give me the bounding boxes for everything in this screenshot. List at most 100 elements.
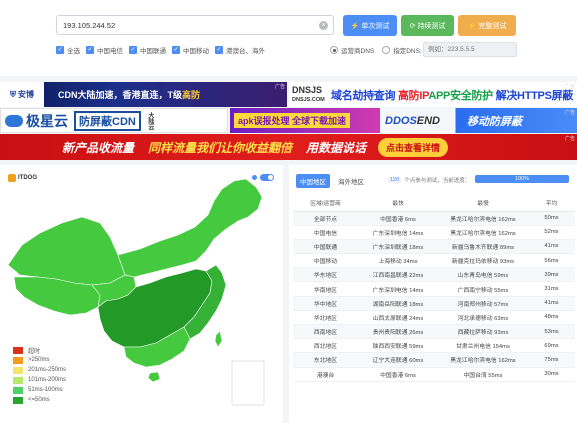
map-legend: 超时 >250ms 201ms-250ms 101ms-200ms 51ms-1… <box>13 345 66 405</box>
custom-dns-input[interactable] <box>423 42 517 57</box>
checkbox-checked-icon[interactable]: ✓ <box>215 46 223 54</box>
search-box[interactable]: × <box>56 15 334 35</box>
progress-bar: 100% <box>475 175 569 183</box>
complete-test-label: 完整测试 <box>478 22 507 30</box>
column-header: 最慢 <box>438 195 528 212</box>
ad-jixing[interactable]: 极星云 防屏蔽CDN 大陆云 <box>0 108 228 133</box>
slowest-cell: 西藏拉萨移动 93ms <box>438 324 528 340</box>
refresh-icon: ⟳ <box>409 22 416 30</box>
ad-tag: 广告 <box>564 110 575 116</box>
progress-label: 个点参与测试，当前进度： <box>404 178 471 184</box>
ad-ddos[interactable]: DDOSEND 移动防屏蔽 广告 <box>381 108 577 133</box>
region-cell: 全部节点 <box>293 211 358 226</box>
map-region-taiwan[interactable] <box>214 330 223 348</box>
ad-dnsjs[interactable]: DNSJS DNSJS.COM 域名劫持查询 高防IPAPP安全防护 解决HTTP… <box>289 82 577 107</box>
table-row[interactable]: 华东地区 江西南昌联通 22ms 山东青岛电信 59ms 39ms <box>293 267 575 283</box>
table-row[interactable]: 华南地区 广东深圳电信 14ms 广西南宁移动 55ms 31ms <box>293 281 575 297</box>
ad-text-highlight: 高防 <box>182 90 201 100</box>
ad-traffic[interactable]: 新产品收流量 同样流量我们让你收益翻倍 用数据说话 点击查看详情 广告 <box>0 134 577 160</box>
table-header-row: 区域/运营商 最快 最慢 平均 <box>293 195 575 212</box>
results-panel: 中国地区 海外地区 120 个点参与测试，当前进度： 100% 区域/运营商 最… <box>289 165 577 423</box>
slowest-cell: 新疆乌鲁木齐联通 89ms <box>438 239 528 255</box>
table-row[interactable]: 全部节点 中国香港 6ms 黑龙江哈尔滨电信 162ms 50ms <box>293 211 575 226</box>
dot-icon <box>252 175 257 180</box>
table-row[interactable]: 中国移动 上海移动 34ms 新疆克拉玛依移动 93ms 56ms <box>293 253 575 269</box>
ad-text-1: 新产品收流量 <box>62 140 135 155</box>
fastest-cell: 广东深圳电信 14ms <box>358 281 438 297</box>
region-cell: 中国电信 <box>293 225 358 240</box>
fastest-cell: 山西太原联通 24ms <box>358 310 438 326</box>
legend-swatch <box>13 366 23 374</box>
filter-telecom[interactable]: ✓ 中国电信 <box>86 45 123 55</box>
ad-cta-button[interactable]: 点击查看详情 <box>378 137 449 157</box>
filter-mobile[interactable]: ✓ 中国移动 <box>172 45 209 55</box>
table-row[interactable]: 东北地区 辽宁大连联通 60ms 黑龙江哈尔滨电信 162ms 75ms <box>293 352 575 368</box>
filter-all[interactable]: ✓ 全选 <box>56 45 80 55</box>
ad-text: 域名劫持查询 高防IPAPP安全防护 解决HTTPS屏蔽 <box>331 87 573 103</box>
slowest-cell: 河南郑州移动 57ms <box>438 296 528 311</box>
tab-china[interactable]: 中国地区 <box>296 174 330 188</box>
checkbox-checked-icon[interactable]: ✓ <box>129 46 137 54</box>
filter-overseas[interactable]: ✓ 港澳台、海外 <box>215 45 265 55</box>
fastest-cell: 上海移动 34ms <box>358 253 438 269</box>
single-test-button[interactable]: ⚡ 单次测试 <box>343 15 397 36</box>
dns-options: 运营商DNS 指定DNS: <box>330 44 430 56</box>
dnsjs-logo-sub: DNSJS.COM <box>292 96 325 103</box>
table-row[interactable]: 西南地区 贵州贵阳联通 26ms 西藏拉萨移动 93ms 53ms <box>293 324 575 340</box>
table-row[interactable]: 华北地区 山西太原联通 24ms 河北承德移动 63ms 48ms <box>293 310 575 326</box>
results-table: 区域/运营商 最快 最慢 平均 全部节点 中国香港 6ms 黑龙江哈尔滨电信 162… <box>293 195 575 382</box>
checkbox-checked-icon[interactable]: ✓ <box>56 46 64 54</box>
anquan-logo: ⛨ 安博 <box>0 82 44 107</box>
anquan-logo-text: 安博 <box>18 90 34 99</box>
map-region-hainan[interactable] <box>147 371 161 383</box>
target-input[interactable] <box>63 19 313 32</box>
clear-icon[interactable]: × <box>319 21 328 30</box>
fastest-cell: 中国香港 6ms <box>358 211 438 226</box>
average-cell: 41ms <box>528 296 575 311</box>
map-region-northwest[interactable] <box>7 216 126 286</box>
legend-swatch <box>13 386 23 394</box>
region-cell: 港澳台 <box>293 367 358 382</box>
ad-apk[interactable]: apk误报处理 全球下载加速 <box>230 108 380 133</box>
legend-swatch <box>13 356 23 364</box>
filter-label: 中国移动 <box>183 48 209 55</box>
map-toggle[interactable] <box>260 174 274 181</box>
ad-side-text: 大陆云 <box>146 111 153 130</box>
map-region-north[interactable] <box>117 178 263 278</box>
ad-text-a: CDN大陆加速，香港直连，T级 <box>58 90 182 100</box>
legend-item: >250ms <box>13 355 66 365</box>
table-row[interactable]: 中国联通 广东深圳联通 18ms 新疆乌鲁木齐联通 89ms 41ms <box>293 239 575 255</box>
ad-anquan[interactable]: ⛨ 安博 CDN大陆加速，香港直连，T级高防 广告 <box>0 82 287 107</box>
ad-text-3: APP安全防护 <box>428 89 493 102</box>
paw-icon <box>8 174 16 182</box>
legend-item: 201ms-250ms <box>13 365 66 375</box>
jixing-brand: 极星云 <box>26 112 68 129</box>
dns-isp-radio[interactable]: 运营商DNS <box>330 45 374 55</box>
checkbox-checked-icon[interactable]: ✓ <box>86 46 94 54</box>
legend-item: 101ms-200ms <box>13 375 66 385</box>
complete-test-button[interactable]: ⚡ 完整测试 <box>458 15 516 36</box>
table-row[interactable]: 华中地区 湖南岳阳联通 18ms 河南郑州移动 57ms 41ms <box>293 296 575 311</box>
test-panel: × ⚡ 单次测试 ⟳ 持续测试 ⚡ 完整测试 ✓全选 ✓中国电信 ✓中国联通 ✓… <box>0 0 577 76</box>
tab-overseas[interactable]: 海外地区 <box>334 174 368 188</box>
filter-label: 港澳台、海外 <box>226 48 265 55</box>
continuous-test-button[interactable]: ⟳ 持续测试 <box>401 15 454 36</box>
filter-unicom[interactable]: ✓ 中国联通 <box>129 45 166 55</box>
bolt-icon: ⚡ <box>467 22 477 30</box>
table-row[interactable]: 西北地区 陕西西安联通 59ms 甘肃兰州电信 154ms 69ms <box>293 338 575 354</box>
legend-swatch <box>13 346 23 354</box>
legend-label: 超时 <box>28 348 41 355</box>
table-row[interactable]: 中国电信 广东深圳电信 14ms 黑龙江哈尔滨电信 162ms 52ms <box>293 225 575 240</box>
checkbox-checked-icon[interactable]: ✓ <box>172 46 180 54</box>
ad-text: 防屏蔽CDN <box>74 110 141 131</box>
dns-custom-radio[interactable]: 指定DNS: <box>382 45 422 55</box>
average-cell: 30ms <box>528 367 575 382</box>
average-cell: 50ms <box>528 211 575 226</box>
bolt-icon: ⚡ <box>350 22 360 30</box>
average-cell: 41ms <box>528 239 575 255</box>
latency-map-panel: ITDOG 超时 >250ms 201ms-250ms 101ms-200ms … <box>0 165 283 423</box>
table-row[interactable]: 港澳台 中国香港 6ms 中国台湾 55ms 30ms <box>293 367 575 382</box>
radio-icon[interactable] <box>382 46 391 54</box>
radio-selected-icon[interactable] <box>330 46 338 54</box>
region-cell: 西北地区 <box>293 338 358 354</box>
